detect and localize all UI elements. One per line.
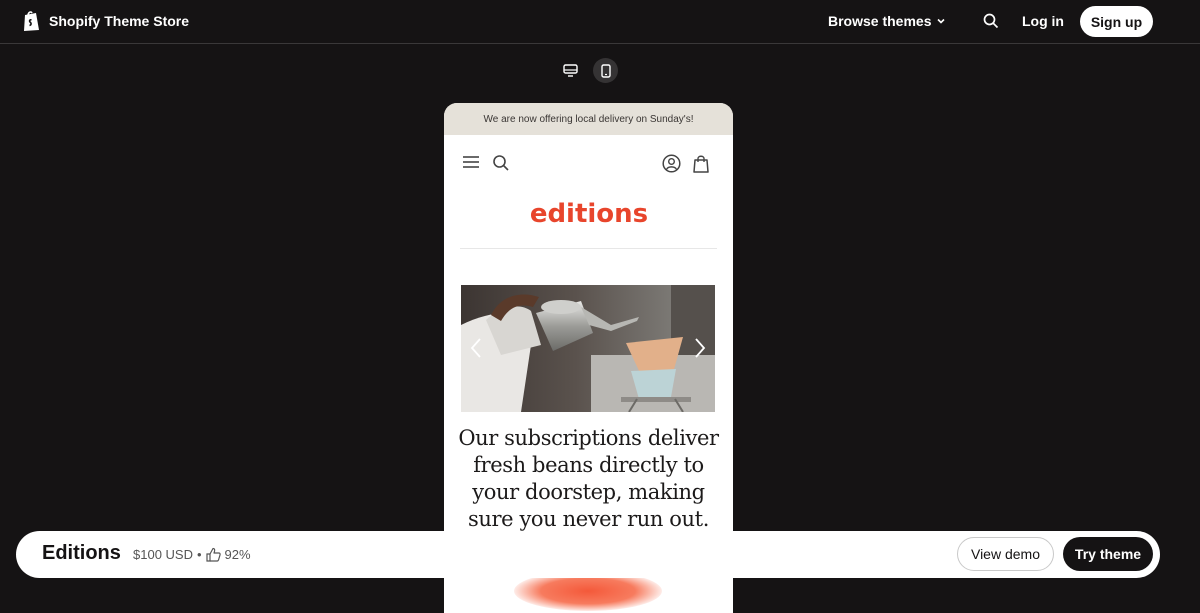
headline-line: Our subscriptions deliver — [458, 426, 719, 450]
theme-info-bar: Editions $100 USD • 92% View demo Try th… — [16, 531, 1160, 578]
header-divider — [460, 248, 717, 249]
headline-line: fresh beans directly to — [473, 453, 704, 477]
theme-price: $100 USD — [133, 547, 193, 562]
signup-button[interactable]: Sign up — [1080, 6, 1153, 37]
desktop-view-button[interactable] — [558, 58, 583, 83]
device-toggle — [558, 58, 618, 83]
theme-meta: $100 USD • 92% — [133, 547, 251, 562]
theme-name: Editions — [42, 542, 121, 564]
brand-name: Shopify Theme Store — [49, 13, 190, 29]
brand-link[interactable]: Shopify Theme Store — [22, 10, 189, 32]
thumbs-up-icon — [205, 547, 221, 562]
store-header — [444, 135, 733, 189]
theme-rating: 92% — [224, 547, 251, 562]
hamburger-menu-icon[interactable] — [462, 154, 480, 170]
chevron-left-icon[interactable] — [469, 337, 483, 359]
desktop-icon — [563, 64, 578, 77]
editions-logo: editions — [529, 199, 647, 229]
search-icon[interactable] — [492, 154, 510, 172]
login-link[interactable]: Log in — [1022, 13, 1064, 29]
meta-separator: • — [196, 547, 202, 562]
headline-line: your doorstep, making — [472, 480, 705, 504]
shopping-bag-icon[interactable] — [693, 154, 709, 173]
store-logo[interactable]: editions — [444, 197, 733, 236]
top-navigation-bar: Shopify Theme Store Browse themes Log in… — [0, 0, 1200, 44]
view-demo-button[interactable]: View demo — [957, 537, 1054, 571]
svg-text:editions: editions — [529, 199, 647, 229]
account-icon[interactable] — [662, 154, 681, 173]
browse-themes-button[interactable]: Browse themes — [828, 13, 946, 29]
hero-image-slideshow[interactable] — [461, 285, 715, 412]
search-icon[interactable] — [983, 13, 999, 29]
chevron-down-icon — [937, 18, 946, 24]
mobile-view-button[interactable] — [593, 58, 618, 83]
hero-image — [461, 285, 715, 412]
try-theme-button[interactable]: Try theme — [1063, 537, 1153, 571]
browse-themes-label: Browse themes — [828, 13, 932, 29]
mobile-icon — [600, 63, 611, 78]
chevron-right-icon[interactable] — [693, 337, 707, 359]
hero-headline: Our subscriptions deliver fresh beans di… — [444, 425, 733, 533]
announcement-bar: We are now offering local delivery on Su… — [444, 103, 733, 135]
shopify-bag-icon — [24, 11, 39, 31]
headline-line: sure you never run out. — [468, 507, 709, 531]
